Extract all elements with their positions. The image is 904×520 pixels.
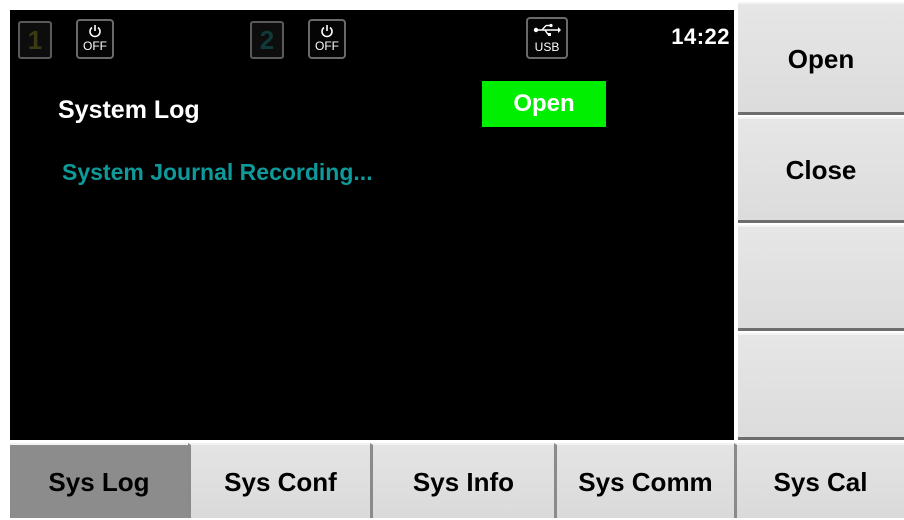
close-softkey-label: Close <box>785 155 857 185</box>
tab-sys-conf[interactable]: Sys Conf <box>188 443 370 518</box>
close-softkey[interactable]: Close <box>738 117 904 223</box>
tab-sys-log[interactable]: Sys Log <box>10 443 188 518</box>
open-softkey[interactable]: Open <box>738 2 904 115</box>
channel-1-power-label: OFF <box>83 39 107 53</box>
channel-2-indicator[interactable]: 2 <box>250 21 284 59</box>
power-icon <box>321 25 333 38</box>
status-bar: 1 OFF 2 OFF USB 14:22 <box>10 10 734 66</box>
display-screen: 1 OFF 2 OFF USB 14:22 System Log Open Sy… <box>10 10 734 440</box>
usb-label: USB <box>534 40 560 54</box>
channel-2-power-status[interactable]: OFF <box>308 19 346 59</box>
status-message: System Journal Recording... <box>62 159 373 185</box>
tab-sys-cal[interactable]: Sys Cal <box>734 443 904 518</box>
softkey-4[interactable] <box>738 333 904 440</box>
power-icon <box>89 25 101 38</box>
log-state-badge: Open <box>482 81 606 127</box>
channel-1-power-status[interactable]: OFF <box>76 19 114 59</box>
softkey-3[interactable] <box>738 225 904 331</box>
channel-2-power-label: OFF <box>315 39 339 53</box>
tab-sys-comm[interactable]: Sys Comm <box>554 443 734 518</box>
clock: 14:22 <box>671 24 730 49</box>
page-title: System Log <box>58 96 200 124</box>
open-softkey-label: Open <box>787 44 855 74</box>
tab-sys-info[interactable]: Sys Info <box>370 443 554 518</box>
channel-1-indicator[interactable]: 1 <box>18 21 52 59</box>
usb-icon <box>533 23 561 36</box>
usb-status: USB <box>526 17 568 59</box>
